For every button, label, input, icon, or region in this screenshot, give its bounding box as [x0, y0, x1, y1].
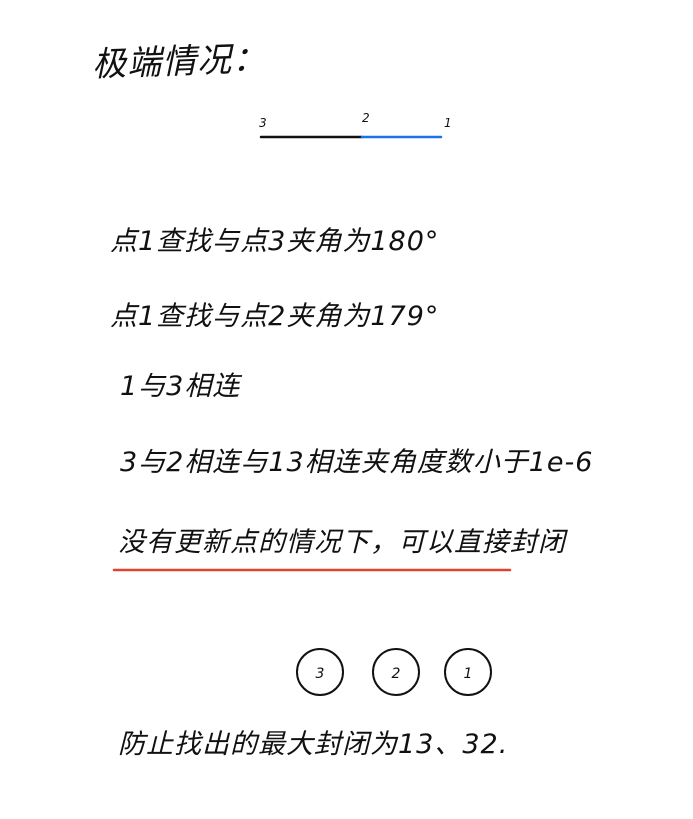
point-label-1: 1	[444, 116, 452, 130]
note-line-5: 没有更新点的情况下，可以直接封闭	[118, 527, 566, 558]
circle-label-3: 3	[315, 666, 325, 682]
page-title: 极端情况：	[91, 38, 268, 86]
note-line-3: 1与3相连	[120, 371, 241, 402]
note-line-2: 点1查找与点2夹角为179°	[110, 301, 440, 332]
handwritten-note-page: 极端情况： 3 2 1 点1查找与点3夹角为180° 点1查找与点2夹角为179…	[0, 0, 693, 819]
circle-label-2: 2	[391, 666, 401, 682]
point-label-3: 3	[259, 116, 267, 130]
point-label-2: 2	[362, 111, 370, 125]
circle-label-1: 1	[463, 666, 473, 682]
conclusion-text: 防止找出的最大封闭为13、32.	[118, 729, 509, 760]
note-line-4: 3与2相连与13相连夹角度数小于1e-6	[120, 447, 594, 478]
red-underline	[112, 568, 512, 572]
segment-diagram	[259, 135, 443, 139]
note-line-1: 点1查找与点3夹角为180°	[110, 226, 440, 257]
